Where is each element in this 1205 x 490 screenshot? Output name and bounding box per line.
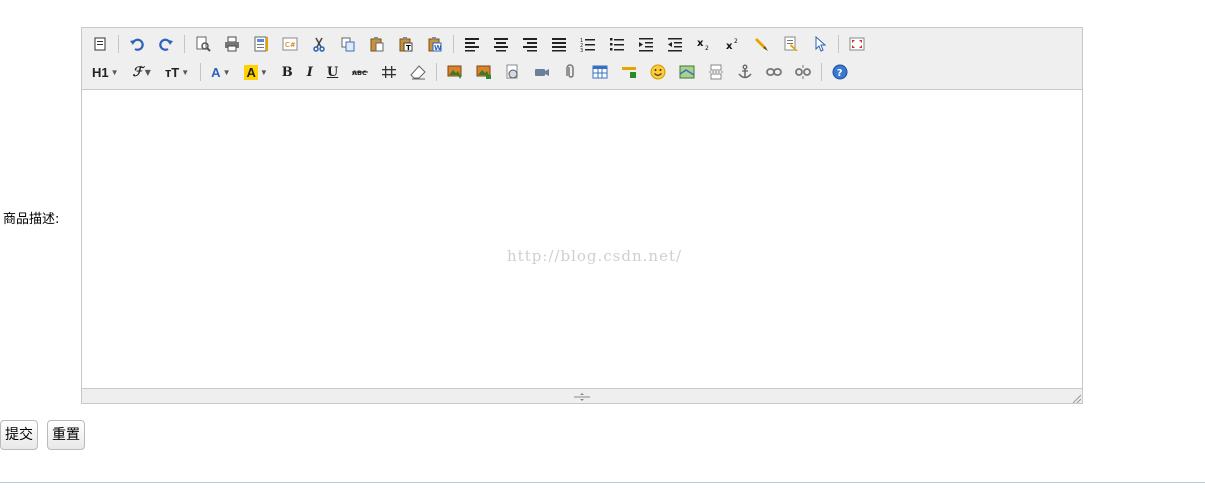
table-icon[interactable] — [590, 62, 610, 82]
align-center-icon[interactable] — [491, 34, 511, 54]
insert-image-icon[interactable] — [445, 62, 465, 82]
link-icon[interactable] — [764, 62, 784, 82]
svg-text:?: ? — [837, 68, 843, 79]
chevron-down-icon: ▼ — [222, 67, 231, 77]
cut-icon[interactable] — [309, 34, 329, 54]
page-break-icon[interactable] — [706, 62, 726, 82]
print-icon[interactable] — [222, 34, 242, 54]
source-icon[interactable] — [90, 34, 110, 54]
bold-button[interactable]: B — [280, 62, 295, 82]
outdent-icon[interactable] — [665, 34, 685, 54]
bold-icon: B — [281, 64, 293, 80]
toolbar-row-2: H1 ▼ ℱ ▼ ᴛT ▼ A ▼ A ▼ B I U ABC ? — [90, 61, 859, 83]
video-icon[interactable] — [532, 62, 552, 82]
flash-icon[interactable] — [503, 62, 523, 82]
clear-format-icon[interactable] — [781, 34, 801, 54]
paste-text-icon[interactable]: T — [396, 34, 416, 54]
font-size-dropdown[interactable]: ᴛT ▼ — [163, 62, 191, 82]
svg-text:ABC: ABC — [352, 69, 367, 77]
toolbar-separator — [453, 35, 454, 53]
unlink-icon[interactable] — [793, 62, 813, 82]
description-label: 商品描述: — [3, 212, 60, 227]
toolbar-separator — [184, 35, 185, 53]
svg-text:W: W — [434, 44, 442, 52]
resize-handle-icon[interactable] — [572, 391, 592, 401]
horizontal-rule-icon[interactable] — [379, 62, 399, 82]
page-divider — [0, 482, 1205, 483]
svg-text:3: 3 — [580, 48, 583, 52]
map-icon[interactable] — [677, 62, 697, 82]
svg-text:C#: C# — [285, 41, 296, 49]
redo-icon[interactable] — [156, 34, 176, 54]
paste-icon[interactable] — [367, 34, 387, 54]
emoji-icon[interactable] — [648, 62, 668, 82]
svg-text:2: 2 — [734, 38, 738, 45]
insert-hr-icon[interactable] — [619, 62, 639, 82]
editor-toolbar: C# T W 123 x2 x2 H1 ▼ ℱ ▼ ᴛT ▼ A ▼ A ▼ B… — [82, 28, 1082, 90]
toolbar-row-1: C# T W 123 x2 x2 — [90, 33, 876, 55]
resize-corner-icon[interactable] — [1071, 392, 1082, 404]
ordered-list-icon[interactable]: 123 — [578, 34, 598, 54]
svg-text:x: x — [726, 41, 733, 52]
align-right-icon[interactable] — [520, 34, 540, 54]
align-justify-icon[interactable] — [549, 34, 569, 54]
submit-button[interactable]: 提交 — [0, 420, 38, 450]
chevron-down-icon: ▼ — [110, 67, 119, 77]
strikethrough-icon[interactable]: ABC — [350, 62, 370, 82]
svg-text:2: 2 — [705, 45, 709, 52]
chevron-down-icon: ▼ — [144, 67, 151, 77]
italic-button[interactable]: I — [305, 62, 315, 82]
copy-icon[interactable] — [338, 34, 358, 54]
select-all-icon[interactable] — [810, 34, 830, 54]
underline-icon: U — [326, 64, 339, 80]
toolbar-separator — [838, 35, 839, 53]
font-size-label: ᴛT — [164, 64, 180, 80]
indent-icon[interactable] — [636, 34, 656, 54]
superscript-icon[interactable]: x2 — [723, 34, 743, 54]
editor-content-area[interactable]: http://blog.csdn.net/ — [82, 90, 1082, 388]
font-color-icon: A — [211, 64, 221, 80]
italic-icon: I — [306, 64, 313, 80]
underline-button[interactable]: U — [325, 62, 340, 82]
highlight-color-icon: A — [244, 64, 258, 80]
anchor-icon[interactable] — [735, 62, 755, 82]
eraser-icon[interactable] — [408, 62, 428, 82]
rich-text-editor: C# T W 123 x2 x2 H1 ▼ ℱ ▼ ᴛT ▼ A ▼ A ▼ B… — [81, 27, 1083, 404]
svg-text:T: T — [406, 44, 411, 52]
subscript-icon[interactable]: x2 — [694, 34, 714, 54]
watermark-text: http://blog.csdn.net/ — [507, 247, 683, 265]
toolbar-separator — [436, 63, 438, 81]
unordered-list-icon[interactable] — [607, 34, 627, 54]
preview-icon[interactable] — [193, 34, 213, 54]
heading-dropdown[interactable]: H1 ▼ — [90, 62, 121, 82]
chevron-down-icon: ▼ — [259, 67, 268, 77]
toolbar-separator — [118, 35, 119, 53]
toolbar-separator — [200, 63, 202, 81]
svg-text:x: x — [697, 38, 704, 49]
code-icon[interactable]: C# — [280, 34, 300, 54]
undo-icon[interactable] — [127, 34, 147, 54]
chevron-down-icon: ▼ — [181, 67, 190, 77]
multi-image-icon[interactable] — [474, 62, 494, 82]
heading-label: H1 — [92, 64, 109, 80]
highlight-color-button[interactable]: A ▼ — [242, 62, 269, 82]
attachment-icon[interactable] — [561, 62, 581, 82]
paste-word-icon[interactable]: W — [425, 34, 445, 54]
font-family-dropdown[interactable]: ℱ ▼ — [131, 62, 153, 82]
editor-resize-bar[interactable] — [82, 388, 1082, 404]
help-icon[interactable]: ? — [830, 62, 850, 82]
font-family-label: ℱ — [132, 64, 143, 80]
toolbar-separator — [821, 63, 823, 81]
format-brush-icon[interactable] — [752, 34, 772, 54]
font-color-button[interactable]: A ▼ — [209, 62, 232, 82]
fullscreen-icon[interactable] — [847, 34, 867, 54]
reset-button[interactable]: 重置 — [47, 420, 85, 450]
align-left-icon[interactable] — [462, 34, 482, 54]
template-icon[interactable] — [251, 34, 271, 54]
